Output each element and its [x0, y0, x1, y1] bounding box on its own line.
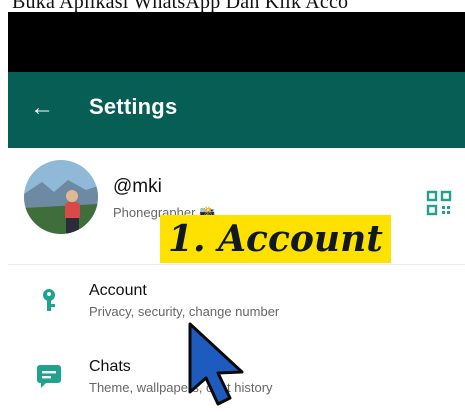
status-bar	[8, 12, 465, 72]
row-subtitle: Privacy, security, change number	[89, 304, 280, 319]
video-caption: Buka Aplikasi WhatsApp Dan Klik Acco	[0, 0, 465, 12]
qr-code-icon[interactable]	[426, 190, 452, 216]
row-title: Chats	[89, 358, 131, 375]
page-title: Settings	[89, 94, 178, 119]
avatar[interactable]	[24, 160, 98, 234]
caption-text: Buka Aplikasi WhatsApp Dan Klik Acco	[12, 0, 349, 12]
chat-icon	[36, 362, 62, 388]
row-title: Account	[89, 282, 147, 299]
arrow-left-icon[interactable]: ←	[28, 94, 56, 122]
key-icon	[36, 287, 62, 313]
app-bar: ← Settings	[8, 72, 465, 148]
profile-name: @mki	[113, 176, 162, 197]
step-label: 1. Account	[160, 215, 391, 263]
mouse-pointer-icon	[182, 318, 252, 408]
